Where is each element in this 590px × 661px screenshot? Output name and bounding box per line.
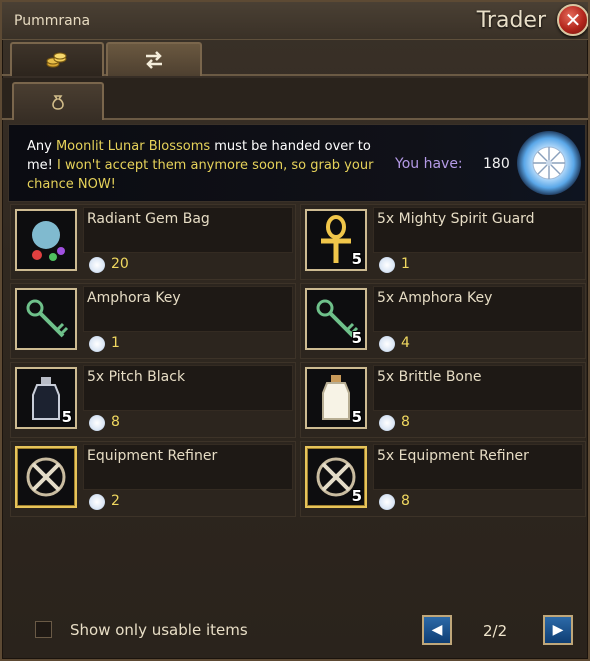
refiner-tools-icon: 5 bbox=[305, 446, 367, 508]
tab-exchange[interactable] bbox=[106, 42, 202, 76]
money-bag-icon bbox=[52, 95, 64, 110]
stack-count: 5 bbox=[61, 408, 72, 426]
usable-items-label: Show only usable items bbox=[70, 621, 248, 639]
stack-count: 5 bbox=[351, 250, 362, 268]
exchange-arrows-icon bbox=[146, 51, 162, 69]
key-icon bbox=[15, 288, 77, 350]
window-title: Trader bbox=[476, 8, 546, 33]
top-tab-bar bbox=[2, 40, 588, 76]
you-have-label: You have: bbox=[395, 156, 463, 172]
lunar-blossom-icon bbox=[89, 336, 105, 352]
potion-bottle-icon: 5 bbox=[15, 367, 77, 429]
sub-tab-bar bbox=[2, 78, 588, 120]
item-price: 4 bbox=[401, 335, 410, 351]
banner-highlight-item: Moonlit Lunar Blossoms bbox=[55, 139, 211, 154]
bottle-icon: 5 bbox=[305, 367, 367, 429]
arrow-right-icon: ▶ bbox=[552, 622, 564, 638]
lunar-blossom-icon bbox=[517, 131, 581, 195]
item-name: 5x Brittle Bone bbox=[377, 369, 482, 385]
usable-items-checkbox[interactable] bbox=[35, 621, 52, 638]
tab-coins[interactable] bbox=[10, 42, 104, 76]
lunar-blossom-icon bbox=[379, 336, 395, 352]
lunar-blossom-icon bbox=[379, 415, 395, 431]
coins-icon bbox=[46, 52, 67, 68]
item-card-radiant-gem-bag[interactable]: Radiant Gem Bag 20 bbox=[10, 204, 296, 280]
gem-bag-icon bbox=[15, 209, 77, 271]
item-name: 5x Pitch Black bbox=[87, 369, 186, 385]
tab-money-bag[interactable] bbox=[12, 82, 104, 120]
npc-name: Pummrana bbox=[14, 13, 91, 29]
page-indicator: 2/2 bbox=[483, 622, 508, 640]
title-bar: Pummrana Trader ✕ bbox=[2, 2, 588, 40]
close-button[interactable]: ✕ bbox=[557, 4, 588, 36]
stack-count: 5 bbox=[351, 329, 362, 347]
ankh-icon: 5 bbox=[305, 209, 367, 271]
item-name: Amphora Key bbox=[87, 290, 181, 306]
stack-count: 5 bbox=[351, 487, 362, 505]
next-page-button[interactable]: ▶ bbox=[543, 615, 573, 645]
item-price: 8 bbox=[401, 414, 410, 430]
item-name: Radiant Gem Bag bbox=[87, 211, 210, 227]
banner-message: Any Moonlit Lunar Blossoms must be hande… bbox=[27, 139, 374, 192]
refiner-tools-icon bbox=[15, 446, 77, 508]
item-card-equipment-refiner-5x[interactable]: 5 5x Equipment Refiner 8 bbox=[300, 441, 586, 517]
stack-count: 5 bbox=[351, 408, 362, 426]
item-card-equipment-refiner[interactable]: Equipment Refiner 2 bbox=[10, 441, 296, 517]
arrow-left-icon: ◀ bbox=[431, 622, 443, 638]
item-card-mighty-spirit-guard[interactable]: 5 5x Mighty Spirit Guard 1 bbox=[300, 204, 586, 280]
item-price: 2 bbox=[111, 493, 120, 509]
you-have-count: 180 bbox=[483, 156, 510, 172]
banner-highlight-warning: I won't accept them anymore soon, so gra… bbox=[27, 158, 374, 192]
lunar-blossom-icon bbox=[379, 257, 395, 273]
lunar-blossom-icon bbox=[89, 494, 105, 510]
item-name: 5x Amphora Key bbox=[377, 290, 493, 306]
item-name: 5x Equipment Refiner bbox=[377, 448, 529, 464]
trader-window: Pummrana Trader ✕ Any Moonlit Lunar Blos… bbox=[0, 0, 590, 661]
item-card-amphora-key-5x[interactable]: 5 5x Amphora Key 4 bbox=[300, 283, 586, 359]
key-icon: 5 bbox=[305, 288, 367, 350]
lunar-blossom-icon bbox=[379, 494, 395, 510]
item-price: 20 bbox=[111, 256, 129, 272]
item-card-brittle-bone[interactable]: 5 5x Brittle Bone 8 bbox=[300, 362, 586, 438]
item-card-amphora-key[interactable]: Amphora Key 1 bbox=[10, 283, 296, 359]
lunar-blossom-icon bbox=[89, 415, 105, 431]
item-name: 5x Mighty Spirit Guard bbox=[377, 211, 535, 227]
previous-page-button[interactable]: ◀ bbox=[422, 615, 452, 645]
item-price: 1 bbox=[401, 256, 410, 272]
item-price: 8 bbox=[401, 493, 410, 509]
close-icon: ✕ bbox=[564, 8, 582, 32]
item-price: 8 bbox=[111, 414, 120, 430]
item-card-pitch-black[interactable]: 5 5x Pitch Black 8 bbox=[10, 362, 296, 438]
lunar-blossom-icon bbox=[89, 257, 105, 273]
item-name: Equipment Refiner bbox=[87, 448, 218, 464]
event-banner: Any Moonlit Lunar Blossoms must be hande… bbox=[8, 124, 586, 202]
item-price: 1 bbox=[111, 335, 120, 351]
